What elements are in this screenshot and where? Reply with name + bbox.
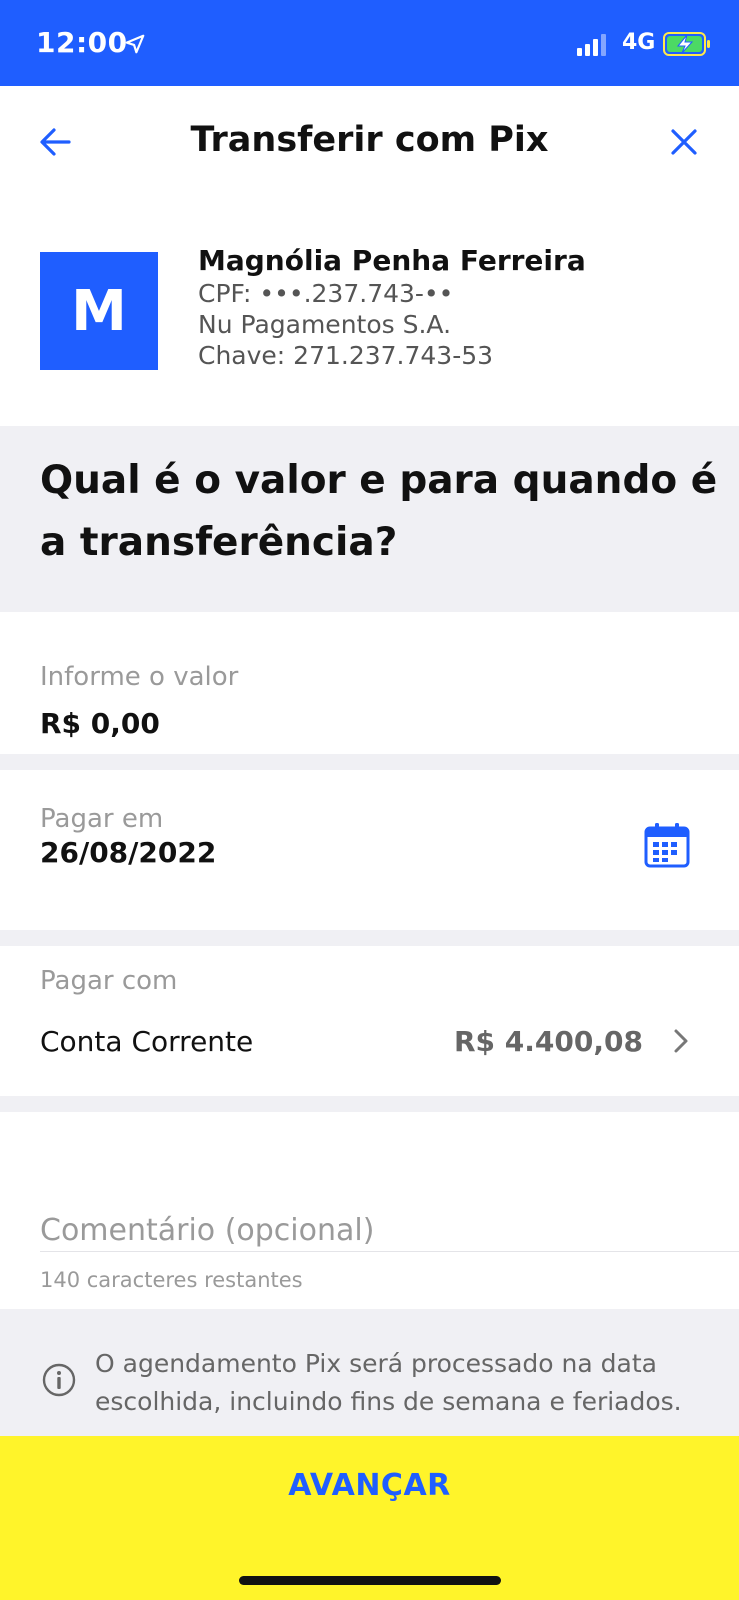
location-arrow-icon bbox=[125, 34, 145, 54]
info-icon bbox=[42, 1363, 76, 1397]
recipient-cpf: CPF: •••.237.743-•• bbox=[198, 279, 454, 308]
recipient-card: M Magnólia Penha Ferreira CPF: •••.237.7… bbox=[0, 198, 739, 426]
divider bbox=[0, 1096, 739, 1112]
nav-bar: Transferir com Pix bbox=[0, 86, 739, 198]
notice-text: O agendamento Pix será processado na dat… bbox=[95, 1349, 682, 1416]
recipient-name: Magnólia Penha Ferreira bbox=[198, 244, 586, 277]
advance-button-label: AVANÇAR bbox=[288, 1468, 451, 1503]
amount-label: Informe o valor bbox=[40, 662, 239, 692]
chevron-right-icon[interactable] bbox=[668, 1028, 694, 1054]
calendar-icon[interactable] bbox=[644, 822, 690, 868]
date-field[interactable]: Pagar em 26/08/2022 bbox=[0, 770, 739, 930]
status-bar: 12:00 4G bbox=[0, 0, 739, 86]
comment-input[interactable]: Comentário (opcional) bbox=[40, 1213, 374, 1248]
home-indicator bbox=[239, 1576, 501, 1585]
divider bbox=[0, 754, 739, 770]
question-section: Qual é o valor e para quando é a transfe… bbox=[0, 426, 739, 612]
payment-account[interactable]: Conta Corrente bbox=[40, 1025, 253, 1058]
recipient-institution: Nu Pagamentos S.A. bbox=[198, 310, 452, 339]
payment-source-label: Pagar com bbox=[40, 966, 178, 996]
recipient-pix-key: Chave: 271.237.743-53 bbox=[198, 341, 494, 370]
advance-button[interactable]: AVANÇAR bbox=[0, 1436, 739, 1600]
date-value[interactable]: 26/08/2022 bbox=[40, 836, 216, 869]
payment-source-field[interactable]: Pagar com Conta Corrente R$ 4.400,08 bbox=[0, 946, 739, 1096]
divider bbox=[0, 930, 739, 946]
network-type: 4G bbox=[622, 30, 656, 55]
status-time: 12:00 bbox=[36, 26, 128, 59]
question-heading: Qual é o valor e para quando é a transfe… bbox=[40, 458, 718, 565]
date-label: Pagar em bbox=[40, 804, 164, 834]
recipient-info: Magnólia Penha Ferreira CPF: •••.237.743… bbox=[198, 244, 586, 371]
recipient-avatar: M bbox=[40, 252, 158, 370]
schedule-notice: O agendamento Pix será processado na dat… bbox=[0, 1309, 739, 1436]
amount-value[interactable]: R$ 0,00 bbox=[40, 707, 160, 740]
cellular-signal-icon bbox=[577, 34, 606, 56]
account-balance: R$ 4.400,08 bbox=[454, 1025, 643, 1058]
character-counter: 140 caracteres restantes bbox=[40, 1268, 303, 1292]
close-icon[interactable] bbox=[664, 122, 704, 162]
comment-underline bbox=[40, 1251, 739, 1252]
battery-charging-icon bbox=[663, 32, 710, 56]
amount-field[interactable]: Informe o valor R$ 0,00 bbox=[0, 612, 739, 754]
page-title: Transferir com Pix bbox=[190, 120, 549, 160]
